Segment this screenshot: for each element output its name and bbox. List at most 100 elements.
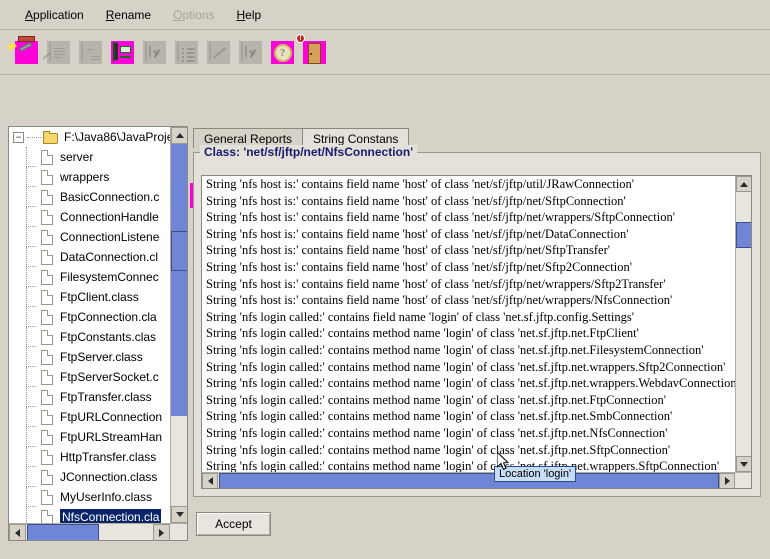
edit-document-icon — [42, 41, 70, 64]
tree-item[interactable]: ConnectionHandle — [9, 207, 170, 227]
list-vertical-scrollbar[interactable] — [735, 176, 751, 472]
tree-scroll-track-lower[interactable] — [171, 271, 187, 416]
list-item[interactable]: String 'nfs login called:' contains meth… — [202, 359, 735, 376]
toolbar-button-report[interactable] — [109, 39, 136, 66]
list-item[interactable]: String 'nfs host is:' contains field nam… — [202, 292, 735, 309]
tree-item[interactable]: server — [9, 147, 170, 167]
list-item[interactable]: String 'nfs host is:' contains field nam… — [202, 276, 735, 293]
list-item[interactable]: String 'nfs host is:' contains field nam… — [202, 176, 735, 193]
list-item[interactable]: String 'nfs host is:' contains field nam… — [202, 209, 735, 226]
list-horizontal-scrollbar[interactable] — [202, 472, 751, 488]
file-icon — [41, 349, 53, 365]
file-icon — [41, 469, 53, 485]
list-item[interactable]: String 'nfs login called:' contains meth… — [202, 408, 735, 425]
list-item[interactable]: String 'nfs login called:' contains meth… — [202, 342, 735, 359]
tree-scroll-thumb[interactable] — [171, 231, 187, 271]
list-item[interactable]: String 'nfs host is:' contains field nam… — [202, 193, 735, 210]
tree-item[interactable]: DataConnection.cl — [9, 247, 170, 267]
tree-item[interactable]: FtpServerSocket.c — [9, 367, 170, 387]
grid-list-icon — [175, 41, 198, 64]
tree-item-label: FtpConnection.cla — [60, 310, 157, 324]
checkbox-list-icon — [239, 41, 262, 64]
tree-item-label: wrappers — [60, 170, 110, 184]
file-icon — [41, 369, 53, 385]
list-item[interactable]: String 'nfs login called:' contains meth… — [202, 392, 735, 409]
tree-scroll-down-button[interactable] — [171, 506, 187, 523]
menu-item-rename[interactable]: Rename — [95, 5, 162, 25]
list-item[interactable]: String 'nfs host is:' contains field nam… — [202, 242, 735, 259]
list-hscroll-thumb[interactable] — [219, 473, 719, 488]
list-scroll-down-button[interactable] — [736, 456, 751, 472]
file-icon — [41, 309, 53, 325]
menu-item-help[interactable]: Help — [225, 5, 272, 25]
tree-item[interactable]: FtpURLStreamHan — [9, 427, 170, 447]
tree-item[interactable]: FtpServer.class — [9, 347, 170, 367]
tree-item[interactable]: ConnectionListene — [9, 227, 170, 247]
tree-item-label: FtpURLConnection — [60, 410, 163, 424]
list-scroll-left-button[interactable] — [202, 473, 218, 488]
file-icon — [41, 509, 53, 523]
menu-item-application[interactable]: Application — [14, 5, 95, 25]
list-item[interactable]: String 'nfs login called:' contains meth… — [202, 325, 735, 342]
class-tree[interactable]: − F:\Java86\JavaProjec server wrappers Bas… — [9, 127, 170, 523]
tree-vertical-scrollbar[interactable] — [170, 127, 187, 523]
list-item[interactable]: String 'nfs login called:' contains meth… — [202, 375, 735, 392]
tree-item-label: server — [60, 150, 94, 164]
tree-item[interactable]: MyUserInfo.class — [9, 487, 170, 507]
tree-item[interactable]: FtpClient.class — [9, 287, 170, 307]
list-item[interactable]: String 'nfs login called:' contains meth… — [202, 458, 735, 472]
string-constants-listbox[interactable]: String 'nfs host is:' contains field nam… — [201, 175, 752, 489]
tree-item[interactable]: FtpConstants.clas — [9, 327, 170, 347]
tab-string-constans-label: String Constans — [313, 131, 399, 146]
tree-hscroll-thumb[interactable] — [27, 524, 99, 540]
tree-item[interactable]: HttpTransfer.class — [9, 447, 170, 467]
tree-scroll-right-button[interactable] — [153, 524, 170, 540]
folder-icon — [43, 130, 59, 144]
toolbar-button-edit — [42, 39, 72, 66]
tree-item[interactable]: FtpTransfer.class — [9, 387, 170, 407]
file-icon — [41, 449, 53, 465]
toolbar-button-build[interactable] — [7, 36, 40, 66]
collapse-icon[interactable]: − — [13, 131, 24, 143]
list-scroll-right-button[interactable] — [719, 473, 735, 488]
list-item[interactable]: String 'nfs login called:' contains meth… — [202, 425, 735, 442]
tree-item-label: FilesystemConnec — [60, 270, 159, 284]
file-icon — [41, 389, 53, 405]
list-item[interactable]: String 'nfs login called:' contains meth… — [202, 442, 735, 459]
list-scroll-thumb[interactable] — [736, 222, 751, 248]
tree-item-label: FtpURLStreamHan — [60, 430, 163, 444]
toolbar-button-checklist — [141, 39, 168, 66]
tree-item[interactable]: FtpConnection.cla — [9, 307, 170, 327]
tree-scroll-left-button[interactable] — [9, 524, 26, 540]
path-toolbar: Uniform\net\sf\jftp\net Target F:/Java86… — [0, 90, 770, 209]
tree-item[interactable]: wrappers — [9, 167, 170, 187]
tree-item[interactable]: FtpURLConnection — [9, 407, 170, 427]
tree-item-label: DataConnection.cl — [60, 250, 159, 264]
file-icon — [41, 149, 53, 165]
tree-scroll-track-upper[interactable] — [171, 144, 187, 231]
file-icon — [41, 329, 53, 345]
tree-horizontal-scrollbar[interactable] — [9, 523, 187, 540]
notebook-icon — [111, 41, 134, 64]
help-icon: ? — [271, 41, 294, 64]
list-item[interactable]: String 'nfs host is:' contains field nam… — [202, 226, 735, 243]
tree-item-label: FtpServerSocket.c — [60, 370, 159, 384]
tree-item[interactable]: FilesystemConnec — [9, 267, 170, 287]
list-scroll-up-button[interactable] — [736, 176, 751, 192]
file-icon — [41, 169, 53, 185]
file-icon — [41, 289, 53, 305]
tree-item[interactable]: BasicConnection.c — [9, 187, 170, 207]
accept-button[interactable]: Accept — [196, 512, 271, 536]
tree-scroll-up-button[interactable] — [171, 127, 187, 144]
toolbar-button-help[interactable]: ? — [269, 39, 296, 66]
tree-item[interactable]: NfsConnection.cla — [9, 507, 170, 523]
menu-item-application-label: pplication — [33, 7, 84, 22]
string-constants-rows: String 'nfs host is:' contains field nam… — [202, 176, 735, 472]
tree-root-row[interactable]: − F:\Java86\JavaProjec — [9, 127, 170, 147]
toolbar-button-checkbox-list — [237, 39, 264, 66]
tree-item[interactable]: JConnection.class — [9, 467, 170, 487]
toolbar-button-exit[interactable]: ! — [296, 34, 328, 66]
list-item[interactable]: String 'nfs host is:' contains field nam… — [202, 259, 735, 276]
list-item[interactable]: String 'nfs login called:' contains fiel… — [202, 309, 735, 326]
file-icon — [41, 269, 53, 285]
